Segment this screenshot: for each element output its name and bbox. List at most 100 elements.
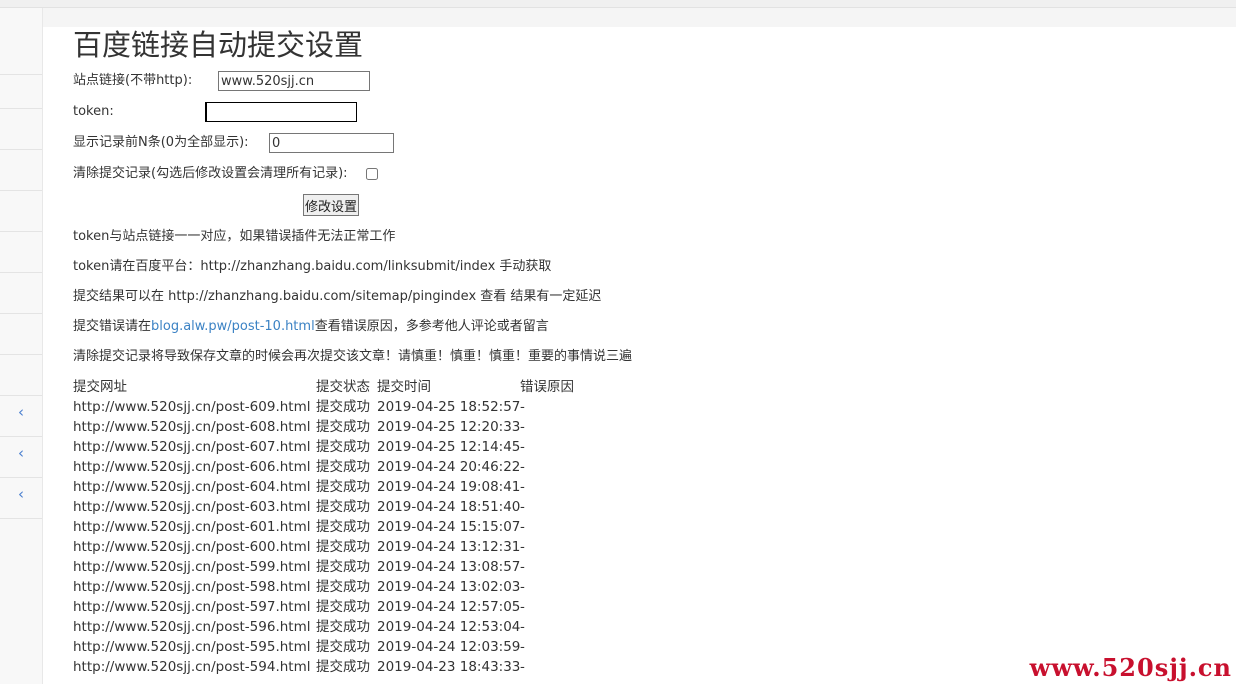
top-bar <box>0 0 1236 8</box>
sidebar-divider <box>0 518 42 519</box>
cell-url: http://www.520sjj.cn/post-606.html <box>73 459 311 475</box>
sidebar-divider <box>0 354 42 355</box>
note-error-prefix: 提交错误请在 <box>73 319 152 334</box>
cell-url: http://www.520sjj.cn/post-594.html <box>73 659 311 675</box>
sidebar-divider <box>0 272 42 273</box>
cell-status: 提交成功 <box>316 439 370 455</box>
cell-error: - <box>520 639 525 655</box>
cell-status: 提交成功 <box>316 519 370 535</box>
cell-url: http://www.520sjj.cn/post-595.html <box>73 639 311 655</box>
note-token-match: token与站点链接一一对应，如果错误插件无法正常工作 <box>73 229 396 244</box>
chevron-left-icon[interactable]: ‹ <box>18 404 24 420</box>
cell-status: 提交成功 <box>316 659 370 675</box>
cell-error: - <box>520 459 525 475</box>
site-label: 站点链接(不带http): <box>73 73 193 88</box>
note-error-help: 提交错误请在blog.alw.pw/post-10.html查看错误原因，多参考… <box>73 318 549 336</box>
cell-status: 提交成功 <box>316 459 370 475</box>
cell-time: 2019-04-24 12:03:59 <box>377 639 521 655</box>
page-title: 百度链接自动提交设置 <box>73 28 364 62</box>
sidebar-divider <box>0 190 42 191</box>
sidebar-divider <box>0 313 42 314</box>
cell-time: 2019-04-24 12:57:05 <box>377 599 521 615</box>
cell-status: 提交成功 <box>316 539 370 555</box>
cell-time: 2019-04-24 20:46:22 <box>377 459 521 475</box>
chevron-left-icon[interactable]: ‹ <box>18 445 24 461</box>
cell-time: 2019-04-25 18:52:57 <box>377 399 521 415</box>
header-status: 提交状态 <box>316 379 370 395</box>
sidebar-divider <box>0 395 42 396</box>
sidebar: ‹ ‹ ‹ <box>0 8 43 684</box>
site-row: 站点链接(不带http): <box>73 71 673 91</box>
cell-status: 提交成功 <box>316 619 370 635</box>
clear-records-checkbox[interactable] <box>366 168 378 180</box>
error-help-link[interactable]: blog.alw.pw/post-10.html <box>151 319 315 334</box>
note-error-suffix: 查看错误原因，多参考他人评论或者留言 <box>314 319 549 334</box>
note-result-location: 提交结果可以在 http://zhanzhang.baidu.com/sitem… <box>73 289 602 304</box>
cell-error: - <box>520 559 525 575</box>
cell-time: 2019-04-24 18:51:40 <box>377 499 521 515</box>
cell-time: 2019-04-23 18:43:33 <box>377 659 521 675</box>
cell-error: - <box>520 399 525 415</box>
save-settings-button[interactable]: 修改设置 <box>303 194 360 216</box>
cell-error: - <box>520 519 525 535</box>
count-input[interactable] <box>269 133 394 153</box>
cell-status: 提交成功 <box>316 559 370 575</box>
count-row: 显示记录前N条(0为全部显示): <box>73 133 673 153</box>
cell-time: 2019-04-24 13:08:57 <box>377 559 521 575</box>
count-label: 显示记录前N条(0为全部显示): <box>73 135 249 150</box>
cell-status: 提交成功 <box>316 579 370 595</box>
cell-error: - <box>520 659 525 675</box>
cell-time: 2019-04-25 12:20:33 <box>377 419 521 435</box>
clear-label: 清除提交记录(勾选后修改设置会清理所有记录): <box>73 166 348 181</box>
cell-status: 提交成功 <box>316 599 370 615</box>
cell-error: - <box>520 619 525 635</box>
token-row: token: <box>73 102 673 122</box>
note-token-source: token请在百度平台：http://zhanzhang.baidu.com/l… <box>73 259 552 274</box>
cell-error: - <box>520 539 525 555</box>
cell-url: http://www.520sjj.cn/post-601.html <box>73 519 311 535</box>
watermark: www.520sjj.cn <box>1029 653 1232 682</box>
sidebar-divider <box>0 231 42 232</box>
clear-row: 清除提交记录(勾选后修改设置会清理所有记录): <box>73 164 673 184</box>
cell-url: http://www.520sjj.cn/post-600.html <box>73 539 311 555</box>
cell-error: - <box>520 499 525 515</box>
cell-error: - <box>520 439 525 455</box>
main-panel: 百度链接自动提交设置 站点链接(不带http): token: 显示记录前N条(… <box>43 27 1236 684</box>
cell-status: 提交成功 <box>316 419 370 435</box>
cell-url: http://www.520sjj.cn/post-609.html <box>73 399 311 415</box>
chevron-left-icon[interactable]: ‹ <box>18 486 24 502</box>
cell-status: 提交成功 <box>316 399 370 415</box>
header-error: 错误原因 <box>520 379 574 395</box>
cell-time: 2019-04-24 13:12:31 <box>377 539 521 555</box>
cell-time: 2019-04-24 13:02:03 <box>377 579 521 595</box>
cell-error: - <box>520 579 525 595</box>
site-input[interactable] <box>218 71 370 91</box>
cell-status: 提交成功 <box>316 639 370 655</box>
cell-time: 2019-04-25 12:14:45 <box>377 439 521 455</box>
cell-url: http://www.520sjj.cn/post-596.html <box>73 619 311 635</box>
cell-error: - <box>520 599 525 615</box>
sidebar-divider <box>0 436 42 437</box>
cell-time: 2019-04-24 15:15:07 <box>377 519 521 535</box>
header-url: 提交网址 <box>73 379 127 395</box>
note-clear-warning: 清除提交记录将导致保存文章的时候会再次提交该文章！请慎重！慎重！慎重！重要的事情… <box>73 349 633 364</box>
settings-content: 百度链接自动提交设置 站点链接(不带http): token: 显示记录前N条(… <box>73 27 1223 675</box>
cell-time: 2019-04-24 12:53:04 <box>377 619 521 635</box>
sidebar-divider <box>0 74 42 75</box>
cell-url: http://www.520sjj.cn/post-597.html <box>73 599 311 615</box>
cell-url: http://www.520sjj.cn/post-599.html <box>73 559 311 575</box>
sidebar-divider <box>0 149 42 150</box>
sidebar-divider <box>0 108 42 109</box>
token-label: token: <box>73 104 114 119</box>
cell-time: 2019-04-24 19:08:41 <box>377 479 521 495</box>
cell-status: 提交成功 <box>316 479 370 495</box>
cell-url: http://www.520sjj.cn/post-608.html <box>73 419 311 435</box>
cell-url: http://www.520sjj.cn/post-598.html <box>73 579 311 595</box>
token-input[interactable] <box>205 102 357 122</box>
cell-url: http://www.520sjj.cn/post-603.html <box>73 499 311 515</box>
header-time: 提交时间 <box>377 379 431 395</box>
cell-error: - <box>520 419 525 435</box>
cell-error: - <box>520 479 525 495</box>
cell-url: http://www.520sjj.cn/post-604.html <box>73 479 311 495</box>
cell-status: 提交成功 <box>316 499 370 515</box>
